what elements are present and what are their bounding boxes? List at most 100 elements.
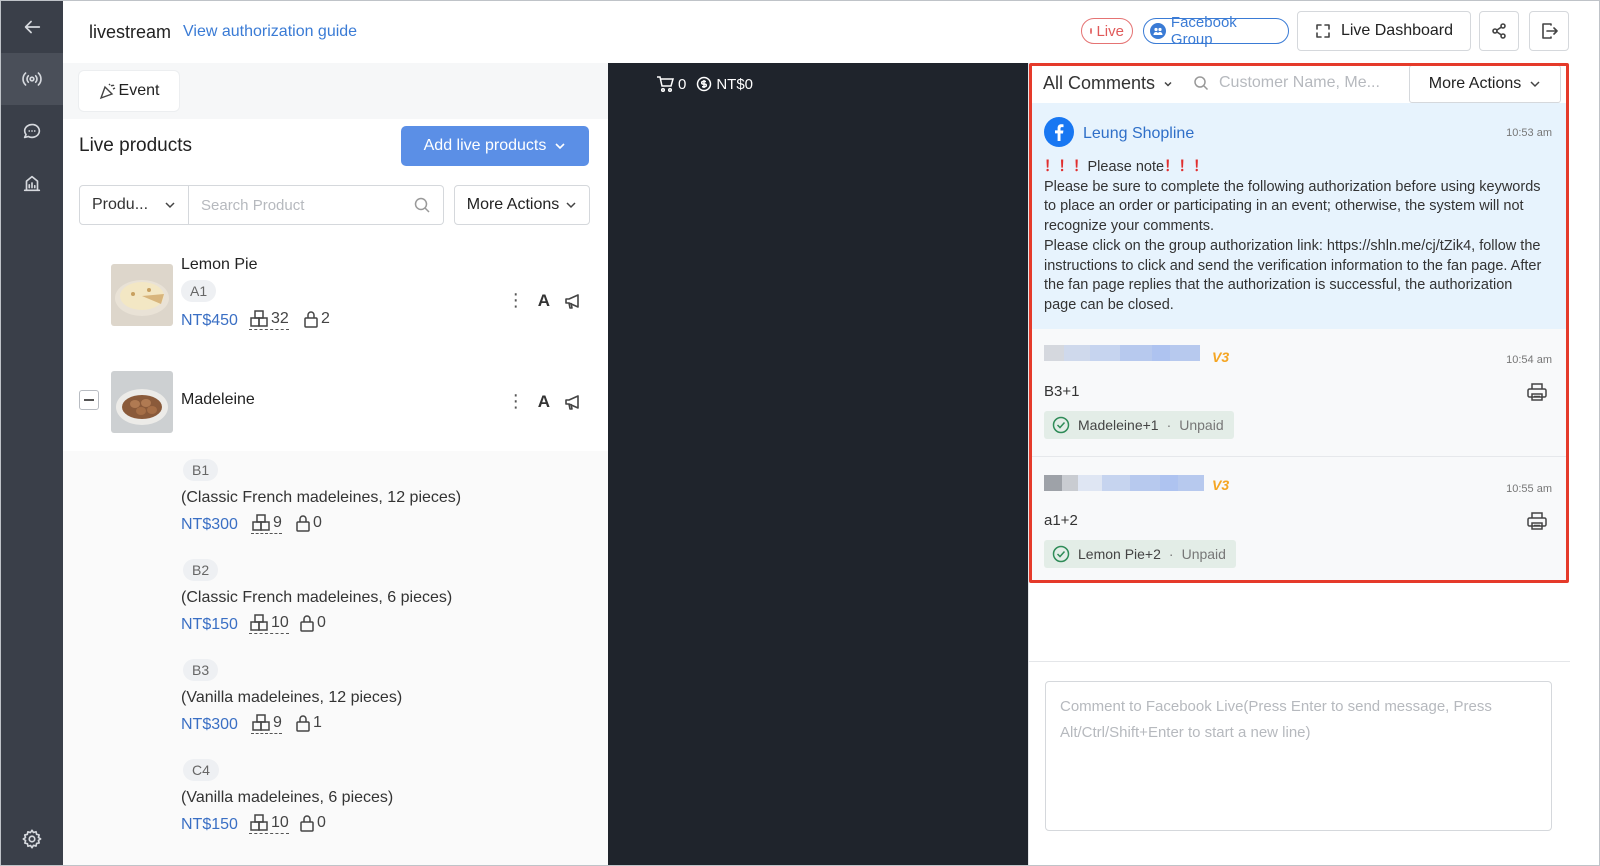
more-options-icon[interactable]: ⋮ bbox=[506, 391, 526, 412]
comment-body: ！！！Please note！！！ Please be sure to comp… bbox=[1044, 158, 1544, 316]
stock-count: 10 bbox=[271, 614, 289, 631]
live-badge-label: Live bbox=[1096, 22, 1124, 40]
facebook-icon bbox=[1044, 117, 1074, 147]
locked-count: 2 bbox=[321, 310, 330, 327]
inventory-boxes-icon bbox=[250, 614, 268, 631]
lock-icon bbox=[296, 515, 310, 532]
comment-warning-line: ！！！Please note！！！ bbox=[1044, 158, 1544, 178]
stock-count: 32 bbox=[271, 310, 289, 327]
comment-author[interactable]: Leung Shopline bbox=[1083, 125, 1194, 143]
product-search-input[interactable]: Search Product bbox=[189, 185, 444, 225]
print-button[interactable] bbox=[1526, 510, 1548, 537]
live-dashboard-button[interactable]: Live Dashboard bbox=[1297, 11, 1471, 51]
product-item-madeleine: Madeleine ⋮ A bbox=[63, 361, 608, 451]
warning-marks: ！！！ bbox=[1164, 159, 1208, 175]
event-button-label: Event bbox=[118, 82, 160, 99]
group-icon bbox=[1150, 23, 1166, 39]
variant-description: (Vanilla madeleines, 12 pieces) bbox=[181, 689, 403, 706]
event-button[interactable]: Event bbox=[79, 71, 179, 111]
variant-list: B1 (Classic French madeleines, 12 pieces… bbox=[63, 451, 608, 865]
order-chip[interactable]: Lemon Pie+2 · Unpaid bbox=[1044, 540, 1236, 568]
product-more-actions-button[interactable]: More Actions bbox=[454, 185, 590, 225]
variant-keyword-tag: C4 bbox=[183, 759, 219, 781]
party-popper-icon bbox=[99, 83, 115, 100]
variant-keyword-tag: B3 bbox=[183, 659, 219, 681]
variant-locked: 0 bbox=[299, 614, 326, 632]
text-format-icon[interactable]: A bbox=[538, 392, 550, 412]
add-live-products-label: Add live products bbox=[423, 137, 547, 154]
order-separator: · bbox=[1166, 417, 1172, 433]
back-button[interactable] bbox=[1, 1, 63, 53]
add-live-products-button[interactable]: Add live products bbox=[401, 126, 589, 166]
inventory-boxes-icon bbox=[250, 310, 268, 327]
sidebar-item-analytics[interactable] bbox=[1, 157, 63, 209]
cart-count: 0 bbox=[678, 75, 687, 93]
cart-icon bbox=[657, 76, 674, 93]
comment-item[interactable]: Leung Shopline 10:53 am ！！！Please note！！… bbox=[1032, 103, 1566, 329]
comment-item[interactable]: V3 10:54 am B3+1 Madeleine+1 · Unpaid bbox=[1032, 329, 1566, 457]
sidebar-item-settings[interactable] bbox=[1, 813, 63, 865]
product-actions: ⋮ A bbox=[506, 290, 584, 311]
comment-text: a1+2 bbox=[1044, 512, 1078, 529]
comment-composer-input[interactable]: Comment to Facebook Live(Press Enter to … bbox=[1045, 681, 1552, 831]
blurred-avatar-name bbox=[1044, 475, 1204, 493]
event-bar: Event bbox=[63, 63, 608, 119]
inventory-boxes-icon bbox=[252, 514, 270, 531]
facebook-group-label: Facebook Group bbox=[1170, 14, 1237, 48]
section-title: Live products bbox=[79, 135, 193, 156]
variant-price: NT$300 bbox=[181, 516, 238, 533]
variant-locked: 0 bbox=[295, 514, 322, 532]
exit-button[interactable] bbox=[1529, 11, 1569, 51]
product-filter-select[interactable]: Produ... bbox=[79, 185, 189, 225]
comment-time: 10:53 am bbox=[1506, 127, 1552, 139]
lock-icon bbox=[300, 815, 314, 832]
print-button[interactable] bbox=[1526, 381, 1548, 408]
facebook-group-badge[interactable]: Facebook Group bbox=[1143, 14, 1289, 48]
comment-filter-dropdown[interactable]: All Comments bbox=[1043, 73, 1193, 94]
printer-icon bbox=[1527, 512, 1547, 530]
announce-megaphone-icon[interactable] bbox=[564, 292, 584, 310]
live-dot-icon bbox=[1090, 28, 1093, 34]
comment-item[interactable]: V3 10:55 am a1+2 Lemon Pie+2 · Unpaid bbox=[1032, 457, 1566, 583]
product-keyword-tag: A1 bbox=[181, 280, 217, 302]
variant-description: (Classic French madeleines, 12 pieces) bbox=[181, 489, 462, 506]
chevron-down-icon bbox=[555, 143, 565, 150]
sidebar-item-livestream[interactable] bbox=[1, 53, 63, 105]
comments-header: All Comments Customer Name, Me... More A… bbox=[1029, 63, 1569, 103]
product-name: Lemon Pie bbox=[181, 256, 258, 273]
product-item-lemon-pie: Lemon Pie A1 NT$450 32 2 ⋮ A bbox=[63, 248, 608, 348]
variant-price: NT$150 bbox=[181, 816, 238, 833]
back-arrow-icon bbox=[24, 20, 41, 34]
text-format-icon[interactable]: A bbox=[538, 291, 550, 311]
check-circle-icon bbox=[1052, 545, 1070, 563]
chevron-down-icon bbox=[1530, 81, 1540, 88]
variant-stock: 10 bbox=[249, 614, 289, 634]
collapse-variants-toggle[interactable] bbox=[79, 390, 99, 410]
order-separator: · bbox=[1168, 546, 1174, 562]
product-actions: ⋮ A bbox=[506, 391, 584, 412]
more-options-icon[interactable]: ⋮ bbox=[506, 290, 526, 311]
app-window: livestream View authorization guide Live… bbox=[0, 0, 1600, 866]
variant-price: NT$300 bbox=[181, 716, 238, 733]
comment-text: B3+1 bbox=[1044, 383, 1080, 400]
authorization-guide-link[interactable]: View authorization guide bbox=[183, 23, 357, 41]
share-button[interactable] bbox=[1479, 11, 1519, 51]
minus-icon bbox=[84, 399, 94, 401]
dollar-icon bbox=[697, 76, 712, 92]
variant-locked: 0 bbox=[299, 814, 326, 832]
comment-search-input[interactable]: Customer Name, Me... bbox=[1193, 74, 1408, 92]
order-chip[interactable]: Madeleine+1 · Unpaid bbox=[1044, 411, 1234, 439]
comment-paragraph: Please click on the group authorization … bbox=[1044, 237, 1542, 313]
analytics-icon bbox=[23, 175, 41, 192]
comments-more-actions-button[interactable]: More Actions bbox=[1409, 65, 1561, 103]
order-item-label: Madeleine+1 bbox=[1078, 417, 1159, 433]
composer-divider bbox=[1029, 661, 1570, 662]
sidebar-rail bbox=[1, 1, 63, 865]
locked-count: 1 bbox=[313, 714, 322, 731]
product-name: Madeleine bbox=[181, 391, 255, 408]
lock-icon bbox=[304, 311, 318, 328]
sales-amount: NT$0 bbox=[716, 75, 754, 93]
sidebar-item-messages[interactable] bbox=[1, 105, 63, 157]
announce-megaphone-icon[interactable] bbox=[564, 393, 584, 411]
locked-count: 0 bbox=[317, 614, 326, 631]
